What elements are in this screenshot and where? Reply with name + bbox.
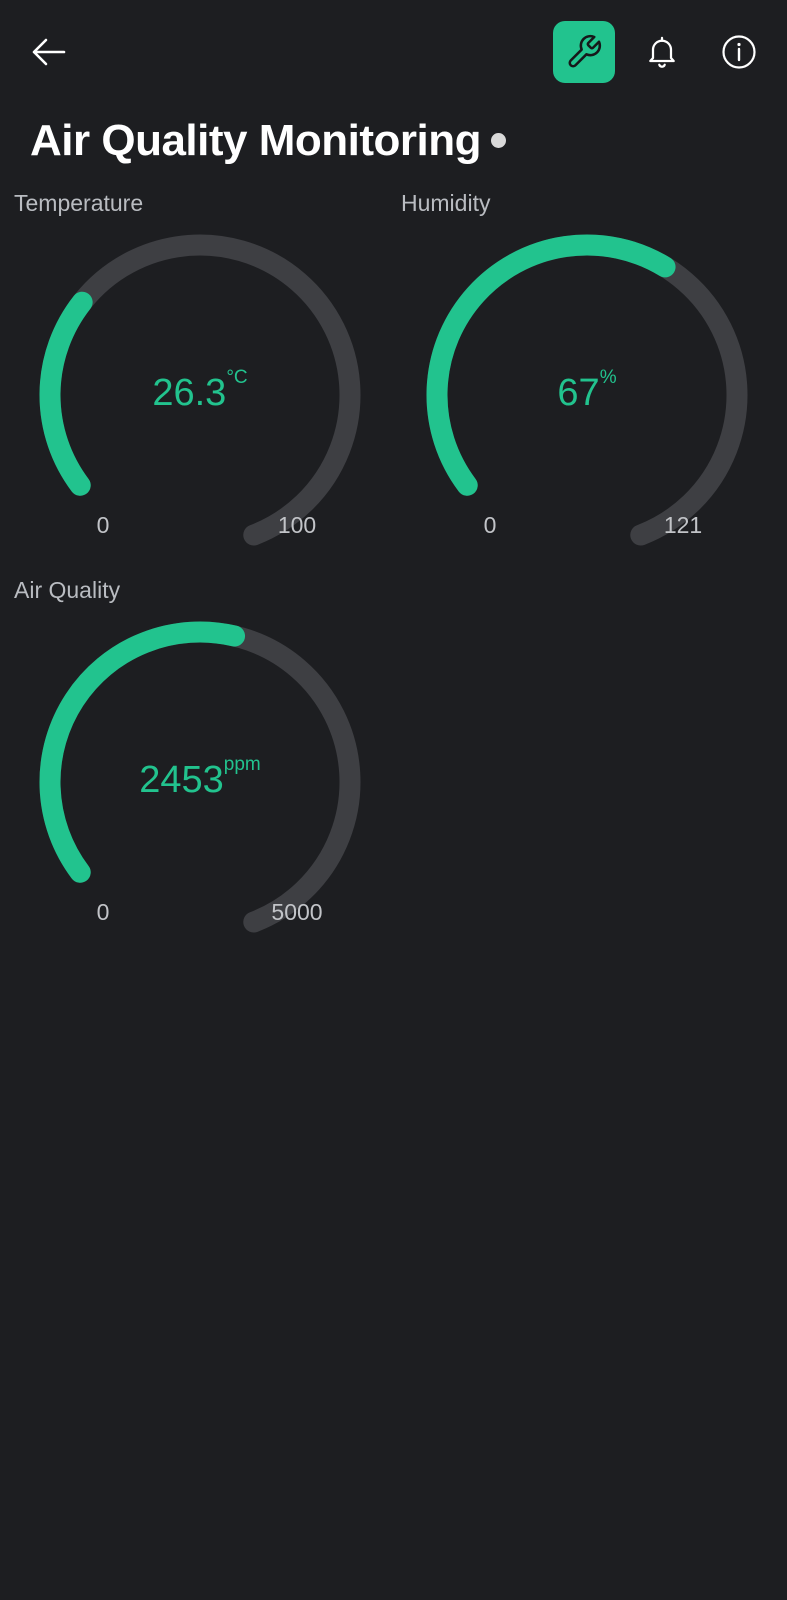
gauge-value-number: 2453 <box>139 759 224 801</box>
gauge-min-label: 0 <box>96 899 110 925</box>
screen: Air Quality Monitoring Temperature 26.3°… <box>0 0 787 1600</box>
gauge-max-label: 5000 <box>271 899 323 925</box>
gauge-unit: ppm <box>223 754 261 775</box>
gauge-dial <box>39 621 361 933</box>
gauge-fill <box>39 621 246 883</box>
gauge-value: 2453ppm <box>80 755 320 802</box>
